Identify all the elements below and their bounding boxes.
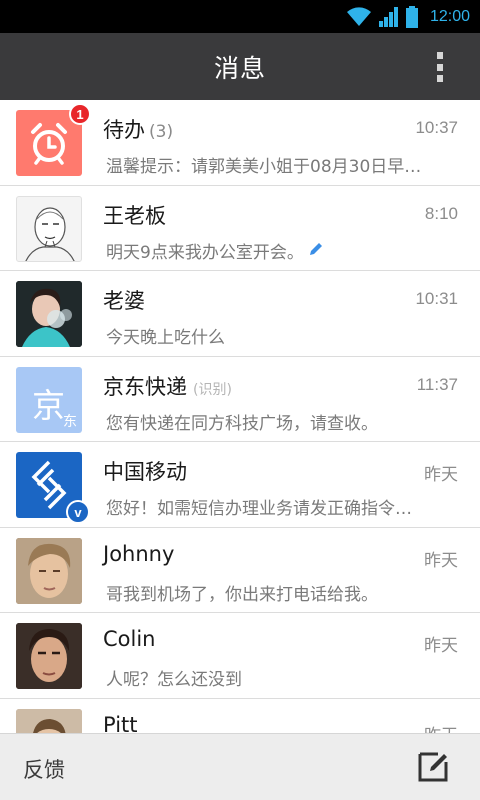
conversation-list[interactable]: 待办(3) 10:37 温馨提示：请郭美美小姐于08月30日早上9点到公安局领取… <box>0 100 480 733</box>
conversation-time: 10:31 <box>415 289 458 308</box>
conversation-time: 昨天 <box>424 550 458 570</box>
conversation-row[interactable]: Johnny 昨天 哥我到机场了，你出来打电话给我。 <box>0 528 480 613</box>
overflow-dot-icon <box>437 52 443 59</box>
conversation-tag: (识别) <box>193 381 232 398</box>
conversation-time: 昨天 <box>424 636 458 655</box>
conversation-name: 王老板 <box>103 203 166 228</box>
avatar-sketch-portrait <box>25 206 75 261</box>
status-bar: 12:00 <box>0 0 480 33</box>
conversation-time: 11:37 <box>416 374 458 394</box>
avatar <box>16 281 82 347</box>
avatar-photo-man <box>16 537 82 604</box>
wifi-icon <box>346 6 371 26</box>
battery-icon <box>405 5 418 28</box>
avatar <box>16 195 82 262</box>
conversation-preview: 您好！如需短信办理业务请发正确指令到10086 <box>106 499 426 519</box>
avatar-photo-woman <box>16 281 82 347</box>
conversation-preview: 您有快递在同方科技广场，请查收。 <box>106 413 378 434</box>
conversation-preview: 温馨提示：请郭美美小姐于08月30日早上9点到公安局领取您的牌照 <box>106 157 426 177</box>
conversation-name: Pitt <box>103 712 138 734</box>
avatar-initial: 京 <box>32 385 65 425</box>
avatar-photo-man <box>16 708 82 733</box>
page-title: 消息 <box>213 53 266 83</box>
overflow-dot-icon <box>437 75 443 82</box>
conversation-preview: 明天9点来我办公室开会。 <box>106 242 304 263</box>
avatar <box>16 623 82 689</box>
conversation-count: (3) <box>149 122 174 142</box>
title-bar: 消息 <box>0 33 480 100</box>
avatar-photo-man <box>16 623 82 689</box>
feedback-button[interactable]: 反馈 <box>23 754 65 784</box>
conversation-name: 京东快递 <box>103 374 187 399</box>
conversation-row[interactable]: 老婆 10:31 今天晚上吃什么 <box>0 271 480 357</box>
conversation-time: 昨天 <box>424 465 458 484</box>
unread-badge: 1 <box>69 103 91 125</box>
signal-icon <box>378 6 398 27</box>
conversation-row[interactable]: 京 东 京东快递 (识别) 11:37 您有快递在同方科技广场，请查收。 <box>0 357 480 442</box>
avatar <box>16 537 82 604</box>
conversation-row[interactable]: Pitt 昨天 <box>0 699 480 734</box>
conversation-time: 10:37 <box>415 118 458 137</box>
overflow-dot-icon <box>437 63 443 71</box>
draft-pencil-icon <box>310 242 322 255</box>
status-clock: 12:00 <box>429 7 470 25</box>
conversation-time: 昨天 <box>424 721 458 734</box>
conversation-preview: 今天晚上吃什么 <box>106 328 225 348</box>
avatar: 京 东 <box>16 366 82 433</box>
overflow-menu-button[interactable] <box>432 51 448 83</box>
bottom-bar: 反馈 <box>0 733 480 800</box>
avatar <box>16 708 82 733</box>
avatar-subinitial: 东 <box>63 413 77 430</box>
conversation-row[interactable]: Colin 昨天 人呢？怎么还没到 <box>0 613 480 699</box>
conversation-preview: 哥我到机场了，你出来打电话给我。 <box>106 584 378 605</box>
verified-badge-icon: v <box>66 500 90 524</box>
conversation-time: 8:10 <box>424 203 458 223</box>
conversation-name: 待办 <box>103 118 145 142</box>
conversation-name: Colin <box>103 627 156 651</box>
conversation-name: 中国移动 <box>103 460 187 484</box>
conversation-row[interactable]: 王老板 8:10 明天9点来我办公室开会。 <box>0 186 480 271</box>
compose-icon[interactable] <box>416 750 450 784</box>
conversation-name: 老婆 <box>103 289 145 313</box>
conversation-preview: 人呢？怎么还没到 <box>106 670 242 690</box>
conversation-name: Johnny <box>103 541 175 566</box>
